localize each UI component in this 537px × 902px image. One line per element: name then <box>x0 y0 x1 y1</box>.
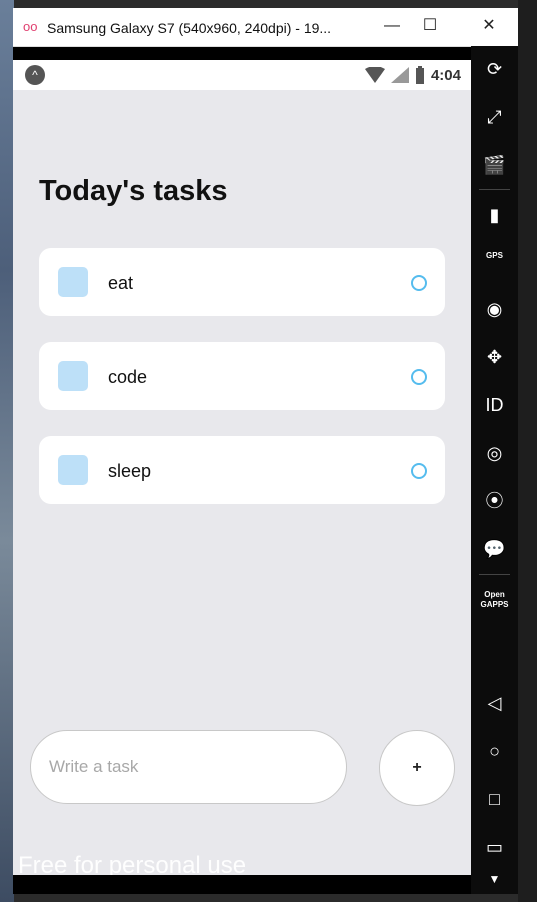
close-button[interactable]: ✕ <box>477 14 501 38</box>
task-checkbox[interactable] <box>58 361 88 391</box>
window-title: Samsung Galaxy S7 (540x960, 240dpi) - 19… <box>47 20 332 36</box>
toolbar-divider <box>479 189 510 190</box>
resize-icon[interactable]: ⤢ <box>471 100 518 134</box>
task-item[interactable]: code <box>39 342 445 410</box>
desktop-background-left <box>0 0 14 902</box>
task-label: eat <box>108 273 134 293</box>
camera-icon[interactable]: ◉ <box>471 292 518 326</box>
task-input[interactable] <box>30 730 347 804</box>
battery-settings-icon[interactable]: ▮ <box>471 198 518 232</box>
gps-icon[interactable]: GPS <box>471 251 518 285</box>
media-icon[interactable]: 🎬 <box>471 148 518 182</box>
task-checkbox[interactable] <box>58 455 88 485</box>
message-icon[interactable]: 💬 <box>471 532 518 566</box>
desktop-background-right <box>518 0 537 902</box>
id-icon[interactable]: ID <box>471 388 518 422</box>
emulator-logo-icon: oo <box>23 19 38 34</box>
recents-icon[interactable]: □ <box>471 782 518 816</box>
open-gapps-icon[interactable]: Open GAPPS <box>471 590 518 624</box>
maximize-button[interactable]: ☐ <box>418 14 442 38</box>
back-icon[interactable]: ◁ <box>471 686 518 720</box>
minimize-button[interactable]: — <box>380 14 404 38</box>
phone-screen: ^ 4:04 Today's tasks eat code sleep + <box>13 60 471 875</box>
page-title: Today's tasks <box>39 175 228 207</box>
cast-icon[interactable]: ⦿ <box>471 484 518 518</box>
task-label: code <box>108 367 148 387</box>
disk-icon[interactable]: ◎ <box>471 436 518 470</box>
move-icon[interactable]: ✥ <box>471 340 518 374</box>
app-notification-icon: ^ <box>25 65 45 85</box>
task-item[interactable]: sleep <box>39 436 445 504</box>
toolbar-divider <box>479 574 510 575</box>
watermark-text: Free for personal use <box>18 852 247 875</box>
emulator-window: oo Samsung Galaxy S7 (540x960, 240dpi) -… <box>13 8 518 894</box>
task-label: sleep <box>108 461 152 481</box>
status-bar: ^ 4:04 <box>13 60 471 90</box>
rotate-icon[interactable]: ⟳ <box>471 52 518 86</box>
status-icons: 4:04 <box>364 65 461 85</box>
more-icon[interactable]: ▼ <box>471 862 518 896</box>
task-status-circle-icon <box>411 369 427 385</box>
task-status-circle-icon <box>411 463 427 479</box>
battery-icon <box>415 66 424 84</box>
emulator-toolbar: ⟳ ⤢ 🎬 ▮ GPS ◉ ✥ ID ◎ ⦿ 💬 Open GAPPS ◁ ○ … <box>471 46 518 894</box>
task-checkbox[interactable] <box>58 267 88 297</box>
task-status-circle-icon <box>411 275 427 291</box>
home-icon[interactable]: ○ <box>471 734 518 768</box>
window-titlebar: oo Samsung Galaxy S7 (540x960, 240dpi) -… <box>13 8 518 47</box>
wifi-icon <box>364 67 385 83</box>
status-time: 4:04 <box>430 66 461 84</box>
keyboard-icon[interactable]: ▭ <box>471 830 518 864</box>
add-task-button[interactable]: + <box>379 730 455 806</box>
task-item[interactable]: eat <box>39 248 445 316</box>
signal-icon <box>390 67 409 83</box>
